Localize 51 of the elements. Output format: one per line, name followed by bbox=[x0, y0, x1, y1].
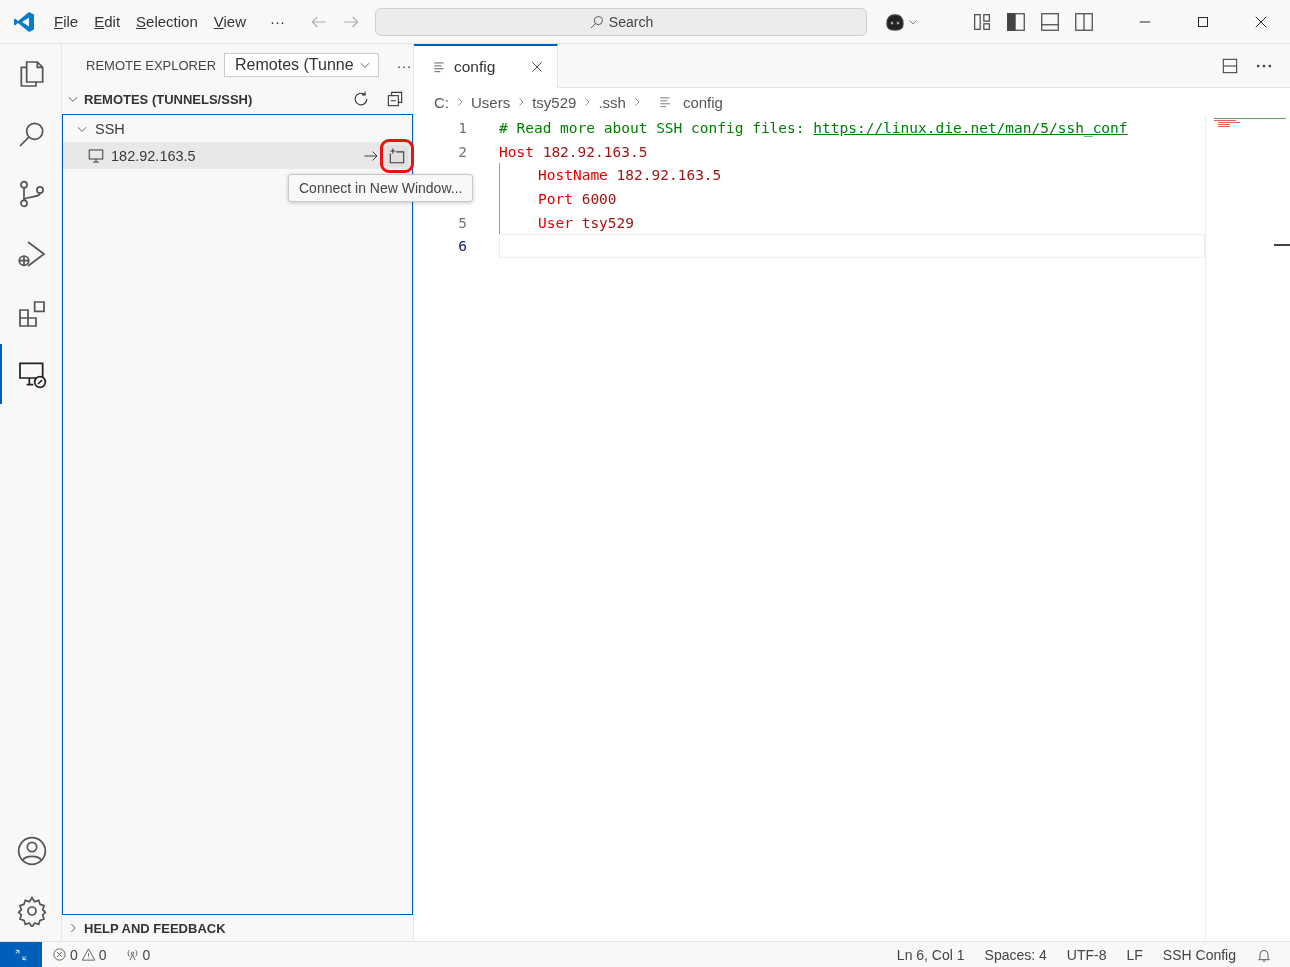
vscode-logo-icon bbox=[12, 9, 36, 34]
search-icon bbox=[588, 13, 605, 30]
status-item[interactable]: Ln 6, Col 1 bbox=[896, 946, 965, 963]
code-line: User tsy529 bbox=[538, 214, 635, 231]
tree-item[interactable]: SSH bbox=[95, 120, 125, 137]
run-debug-icon[interactable] bbox=[15, 238, 48, 270]
status-item[interactable]: UTF-8 bbox=[1066, 946, 1107, 963]
breadcrumb-item[interactable]: Users bbox=[471, 93, 511, 111]
status-item[interactable]: LF bbox=[1126, 946, 1143, 963]
antenna-icon bbox=[124, 947, 140, 962]
toggle-panel-icon[interactable] bbox=[1039, 10, 1061, 33]
warning-icon bbox=[80, 947, 96, 962]
status-item[interactable]: Spaces: 4 bbox=[984, 946, 1047, 963]
more-actions-button[interactable]: ··· bbox=[396, 56, 412, 74]
breadcrumb-item[interactable]: .ssh bbox=[598, 93, 626, 111]
toggle-sidebar-icon[interactable] bbox=[1005, 10, 1027, 33]
view-dropdown[interactable]: Remotes (Tunne bbox=[224, 53, 379, 77]
collapse-all-icon[interactable] bbox=[385, 89, 405, 109]
search-field[interactable]: Search bbox=[375, 7, 867, 36]
toggle-secondary-sidebar-icon[interactable] bbox=[1073, 10, 1095, 33]
breadcrumb-item[interactable]: tsy529 bbox=[532, 93, 577, 111]
menu-item[interactable]: Selection bbox=[128, 11, 206, 32]
host-item[interactable]: 182.92.163.5 bbox=[111, 147, 196, 164]
settings-icon[interactable] bbox=[15, 895, 48, 927]
line-number: 5 bbox=[457, 214, 468, 231]
file-lines-icon bbox=[657, 95, 672, 109]
tooltip: Connect in New Window... bbox=[288, 174, 474, 202]
line-number: 1 bbox=[457, 119, 468, 136]
menu-item[interactable]: Edit bbox=[86, 11, 129, 32]
line-number: 6 bbox=[457, 238, 468, 255]
section-header[interactable]: HELP AND FEEDBACK bbox=[84, 920, 413, 936]
editor-tab[interactable]: config bbox=[414, 44, 559, 88]
file-lines-icon bbox=[432, 60, 446, 74]
menu-item[interactable]: View bbox=[205, 11, 254, 32]
monitor-icon bbox=[87, 146, 105, 165]
account-icon[interactable] bbox=[15, 835, 48, 867]
code-line: HostName 182.92.163.5 bbox=[538, 167, 722, 184]
more-menu-button[interactable]: ··· bbox=[262, 11, 293, 32]
line-number: 2 bbox=[457, 143, 468, 160]
breadcrumb-item[interactable]: C: bbox=[434, 93, 449, 111]
section-header[interactable]: REMOTES (TUNNELS/SSH) bbox=[84, 91, 347, 107]
ports-status[interactable]: 0 bbox=[124, 946, 151, 963]
sidebar-title: REMOTE EXPLORER bbox=[86, 57, 217, 73]
code-line: Port 6000 bbox=[538, 190, 617, 207]
code-line: # Read more about SSH config files: https://linux.die.net/man/5/ssh_conf bbox=[499, 119, 1128, 136]
status-item[interactable]: SSH Config bbox=[1162, 946, 1236, 963]
code-line: Host 182.92.163.5 bbox=[499, 143, 648, 160]
breadcrumb-item[interactable]: config bbox=[682, 93, 723, 111]
menu-item[interactable]: File bbox=[46, 11, 87, 32]
error-icon bbox=[52, 947, 67, 962]
problems-status[interactable]: 0 0 bbox=[52, 946, 107, 963]
